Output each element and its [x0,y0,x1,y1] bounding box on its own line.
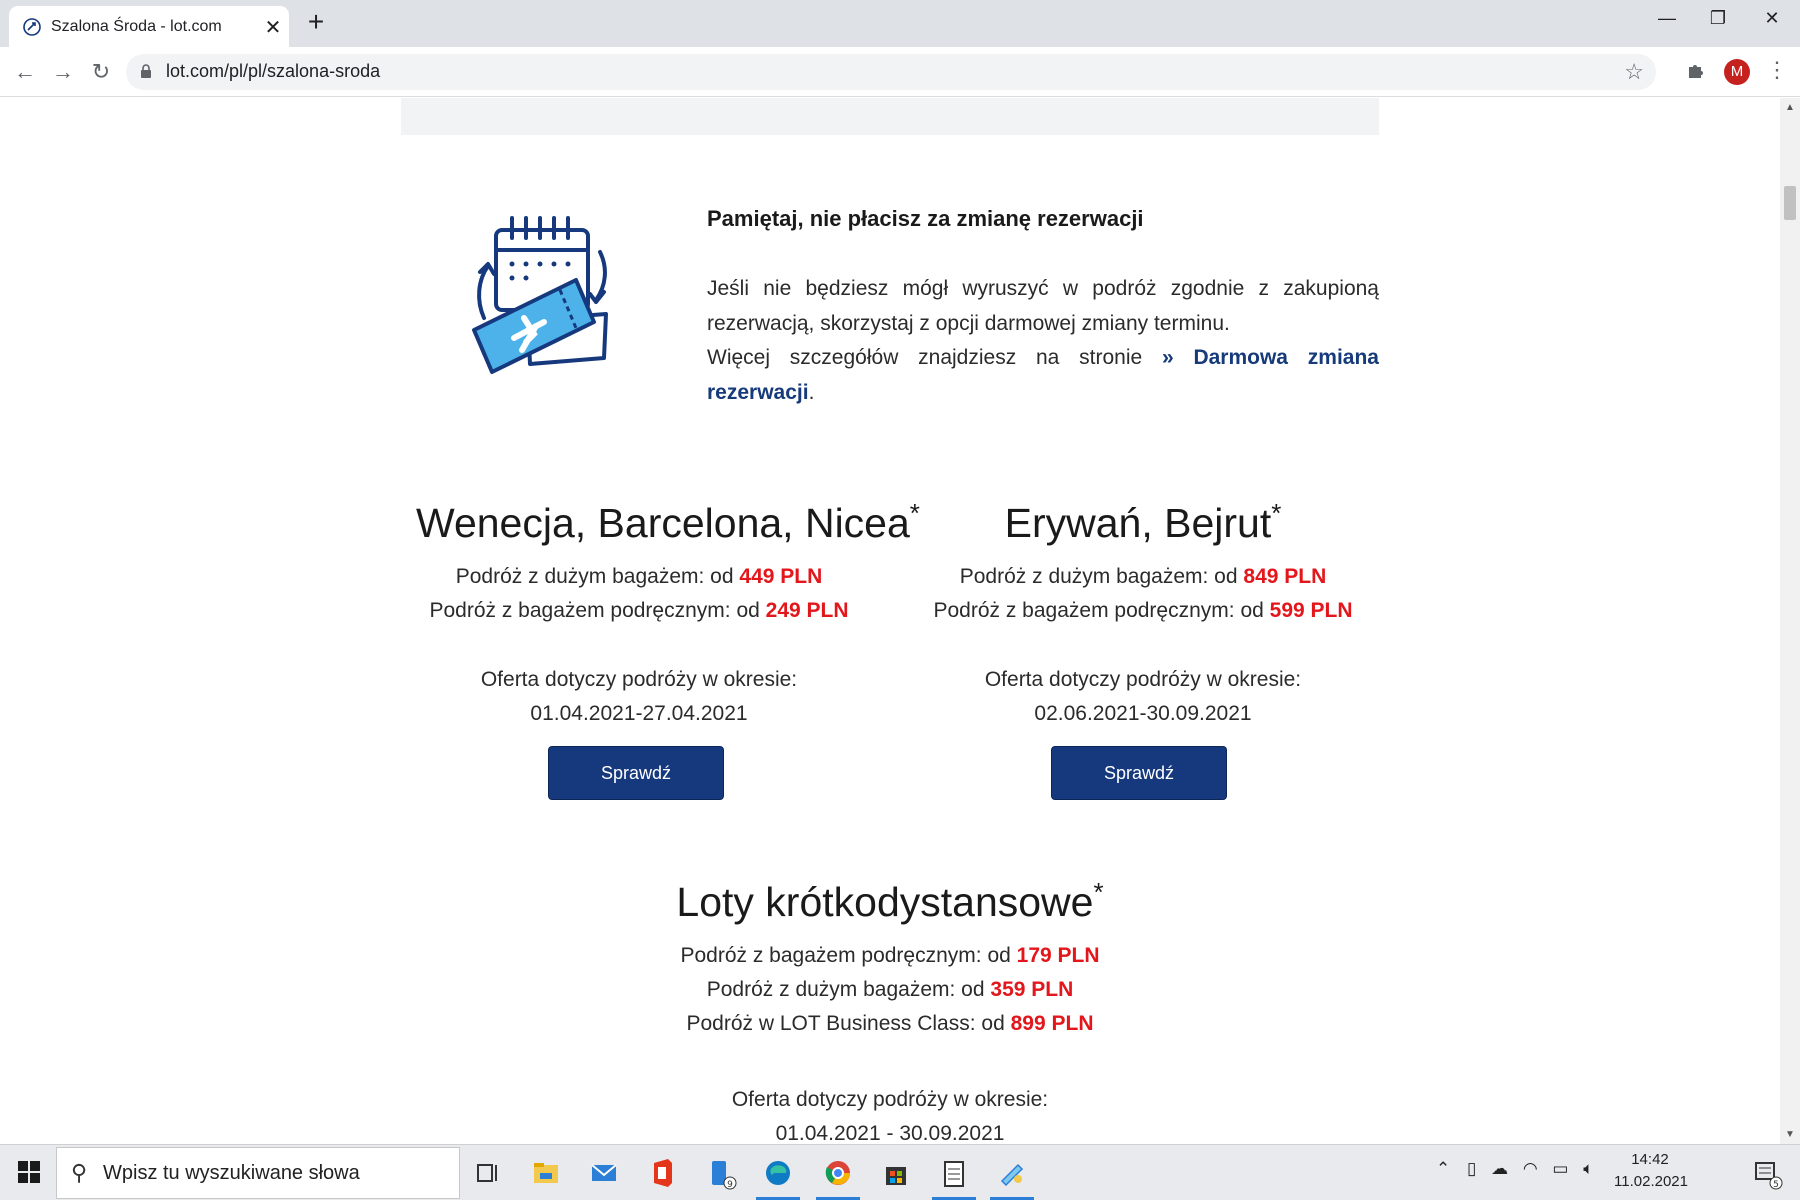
price-value: 249 PLN [765,599,849,622]
offer-price-line: Podróż z dużym bagażem: od 449 PLN [416,565,862,589]
offer-price-line: Podróż w LOT Business Class: od 899 PLN [590,1012,1190,1036]
asterisk: * [909,498,920,528]
notification-badge: 5 [1773,1180,1779,1190]
volume-icon[interactable]: 🔈︎ [1583,1159,1593,1178]
system-tray: ⌃ ▯ ☁ ◠ ▭ 🔈︎ [1436,1159,1593,1179]
offer-price-line: Podróż z bagażem podręcznym: od 179 PLN [590,944,1190,968]
phone-badge: 9 [727,1180,733,1190]
browser-menu-icon[interactable]: ⋮ [1766,57,1788,83]
browser-toolbar: ← → ↻ lot.com/pl/pl/szalona-sroda ☆ M ⋮ [0,47,1800,97]
page-viewport: Pamiętaj, nie płacisz za zmianę rezerwac… [0,98,1780,1144]
offer-title: Wenecja, Barcelona, Nicea* [416,498,920,547]
browser-tab[interactable]: Szalona Środa - lot.com ✕ [9,6,289,47]
check-offer-button[interactable]: Sprawdź [548,746,724,800]
offer-title-text: Wenecja, Barcelona, Nicea [416,500,910,546]
calendar-ticket-icon [472,216,608,374]
paint-icon[interactable] [992,1153,1032,1193]
clock-date[interactable]: 11.02.2021 [1606,1173,1696,1190]
offer-title-text: Loty krótkodystansowe [676,879,1094,925]
asterisk: * [1093,877,1104,907]
offer-period: 02.06.2021-30.09.2021 [1034,702,1252,725]
offer-period: 01.04.2021-27.04.2021 [530,702,748,725]
price-value: 359 PLN [990,978,1074,1001]
new-tab-button[interactable]: + [304,8,328,36]
price-label: Podróż z dużym bagażem: od [455,565,734,588]
notification-center-icon[interactable]: 5 [1746,1153,1786,1193]
note-body: Jeśli nie będziesz mógł wyruszyć w podró… [707,272,1379,410]
price-label: Podróż z bagażem podręcznym: od [680,944,1011,967]
tray-chevron-icon[interactable]: ⌃ [1436,1159,1450,1178]
onedrive-cloud-icon[interactable]: ☁ [1491,1159,1508,1178]
price-value: 179 PLN [1016,944,1100,967]
taskbar-search-box[interactable]: ⚲ Wpisz tu wyszukiwane słowa [56,1147,460,1199]
gray-banner-bottom [401,98,1379,135]
close-window-button[interactable]: ✕ [1757,8,1787,32]
note-heading: Pamiętaj, nie płacisz za zmianę rezerwac… [707,206,1144,231]
price-label: Podróż z bagażem podręcznym: od [429,599,760,622]
phone-app-icon[interactable]: 9 [700,1153,740,1193]
windows-taskbar: ⚲ Wpisz tu wyszukiwane słowa 9 ⌃ ▯ ☁ ◠ ▭ [0,1144,1800,1200]
file-explorer-icon[interactable] [526,1153,566,1193]
offer-period-label: Oferta dotyczy podróży w okresie: [984,668,1302,691]
windows-start-icon[interactable] [18,1161,40,1183]
note-more-text: Więcej szczegółów znajdziesz na stronie [707,346,1143,369]
offer-price-line: Podróż z bagażem podręcznym: od 599 PLN [920,599,1366,623]
lock-icon [141,64,151,78]
restore-button[interactable]: ❐ [1703,8,1733,32]
price-label: Podróż z bagażem podręcznym: od [933,599,1264,622]
wifi-icon[interactable]: ◠ [1523,1159,1538,1178]
minimize-button[interactable]: — [1652,8,1682,32]
offer-title-text: Erywań, Bejrut [1004,500,1272,546]
check-offer-button[interactable]: Sprawdź [1051,746,1227,800]
tray-device-icon[interactable]: ▯ [1467,1159,1476,1178]
edge-icon[interactable] [758,1153,798,1193]
notepad-icon[interactable] [934,1153,974,1193]
back-arrow-icon[interactable]: ← [10,57,40,87]
page-scrollbar[interactable]: ▲ ▼ [1780,98,1800,1144]
bookmark-star-icon[interactable]: ☆ [1624,59,1644,85]
tab-title: Szalona Środa - lot.com [51,18,222,35]
offer-period-label: Oferta dotyczy podróży w okresie: [480,668,798,691]
offer-price-line: Podróż z dużym bagażem: od 849 PLN [920,565,1366,589]
extensions-puzzle-icon[interactable] [1686,60,1706,80]
url-text[interactable]: lot.com/pl/pl/szalona-sroda [166,61,380,82]
scroll-down-arrow-icon[interactable]: ▼ [1785,1129,1795,1140]
scroll-up-arrow-icon[interactable]: ▲ [1785,102,1795,113]
asterisk: * [1271,498,1282,528]
battery-icon[interactable]: ▭ [1552,1159,1568,1178]
price-value: 599 PLN [1269,599,1353,622]
offer-title: Erywań, Bejrut* [920,498,1366,547]
offer-price-line: Podróż z bagażem podręcznym: od 249 PLN [416,599,862,623]
task-view-icon[interactable] [468,1153,508,1193]
search-icon: ⚲ [71,1160,88,1185]
mail-icon[interactable] [584,1153,624,1193]
reload-icon[interactable]: ↻ [86,57,116,87]
search-placeholder[interactable]: Wpisz tu wyszukiwane słowa [103,1162,360,1185]
price-label: Podróż w LOT Business Class: od [686,1012,1005,1035]
price-label: Podróż z dużym bagażem: od [706,978,985,1001]
tab-close-icon[interactable]: ✕ [263,15,283,40]
note-text: Jeśli nie będziesz mógł wyruszyć w podró… [707,277,1379,335]
offer-title: Loty krótkodystansowe* [590,877,1190,926]
price-value: 449 PLN [739,565,823,588]
offer-period: 01.04.2021 - 30.09.2021 [775,1122,1005,1144]
browser-tab-strip: Szalona Środa - lot.com ✕ + — ❐ ✕ [0,0,1800,47]
scroll-thumb[interactable] [1784,186,1796,220]
address-bar[interactable]: lot.com/pl/pl/szalona-sroda ☆ [126,54,1656,90]
price-value: 899 PLN [1010,1012,1094,1035]
clock-time[interactable]: 14:42 [1620,1151,1680,1168]
profile-avatar[interactable]: M [1724,59,1750,85]
forward-arrow-icon[interactable]: → [48,57,78,87]
lot-favicon-icon [23,18,41,36]
chrome-icon[interactable] [818,1153,858,1193]
note-suffix: . [808,380,815,404]
price-label: Podróż z dużym bagażem: od [959,565,1238,588]
store-icon[interactable] [876,1153,916,1193]
price-value: 849 PLN [1243,565,1327,588]
offer-price-line: Podróż z dużym bagażem: od 359 PLN [590,978,1190,1002]
offer-period-label: Oferta dotyczy podróży w okresie: [731,1088,1049,1111]
office-icon[interactable] [642,1153,682,1193]
